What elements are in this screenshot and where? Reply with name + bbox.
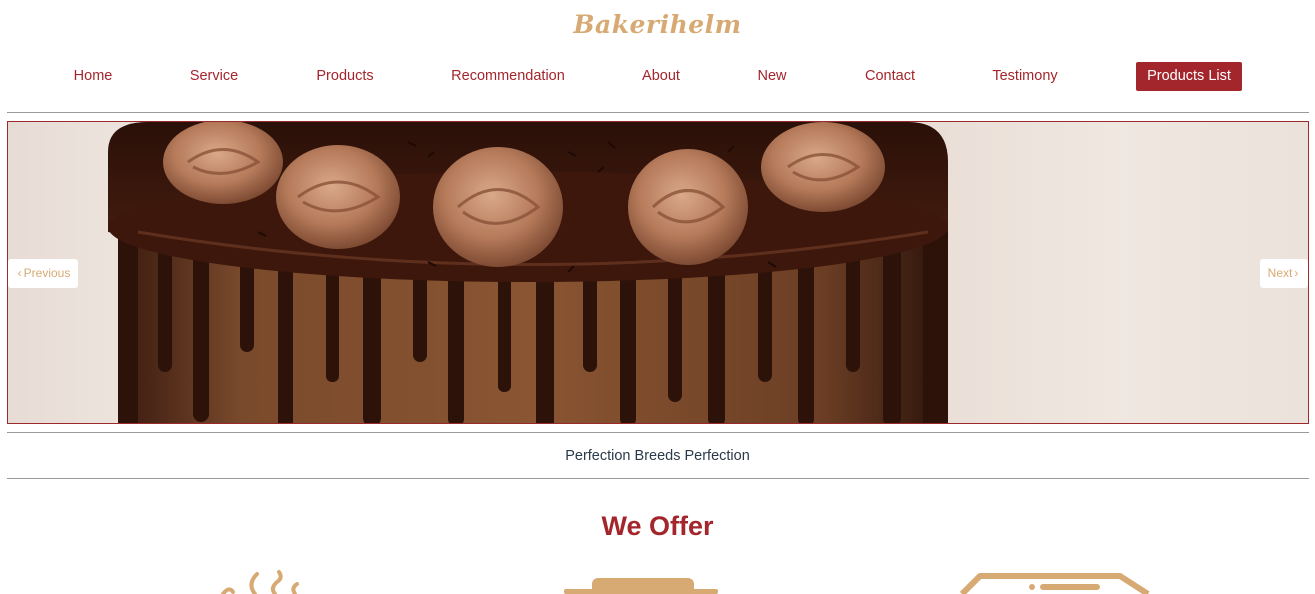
carousel-previous-button[interactable]: ‹ Previous <box>8 259 78 288</box>
header-divider <box>7 112 1309 113</box>
brand-logo[interactable]: Bakerihelm <box>0 10 1315 39</box>
nav-testimony[interactable]: Testimony <box>992 68 1057 84</box>
tagline-bottom-divider <box>7 478 1309 479</box>
chevron-left-icon: ‹ <box>17 266 22 280</box>
carousel-next-button[interactable]: Next › <box>1260 259 1308 288</box>
tagline-top-divider <box>7 432 1309 433</box>
offer-title: We Offer <box>601 511 714 541</box>
tagline: Perfection Breeds Perfection <box>565 448 750 464</box>
chevron-right-icon: › <box>1294 266 1299 280</box>
delivery-truck-icon <box>960 573 1150 594</box>
nav-products[interactable]: Products <box>316 68 373 84</box>
hero-cake-image <box>108 122 948 423</box>
carousel-next-label: Next <box>1267 266 1293 280</box>
nav-contact[interactable]: Contact <box>865 68 915 84</box>
cake-stand-icon <box>564 578 718 594</box>
nav-service[interactable]: Service <box>190 68 238 84</box>
page: Bakerihelm Home Service Products Recomme… <box>0 0 1315 594</box>
nav-about[interactable]: About <box>642 68 680 84</box>
nav-home[interactable]: Home <box>74 68 113 84</box>
carousel-previous-label: Previous <box>23 266 71 280</box>
nav-recommendation[interactable]: Recommendation <box>451 68 565 84</box>
main-nav: Home Service Products Recommendation Abo… <box>0 62 1315 91</box>
hero-carousel: ‹ Previous Next › <box>7 121 1309 424</box>
steaming-cup-icon <box>221 570 299 594</box>
products-list-button[interactable]: Products List <box>1136 62 1242 91</box>
nav-new[interactable]: New <box>757 68 786 84</box>
